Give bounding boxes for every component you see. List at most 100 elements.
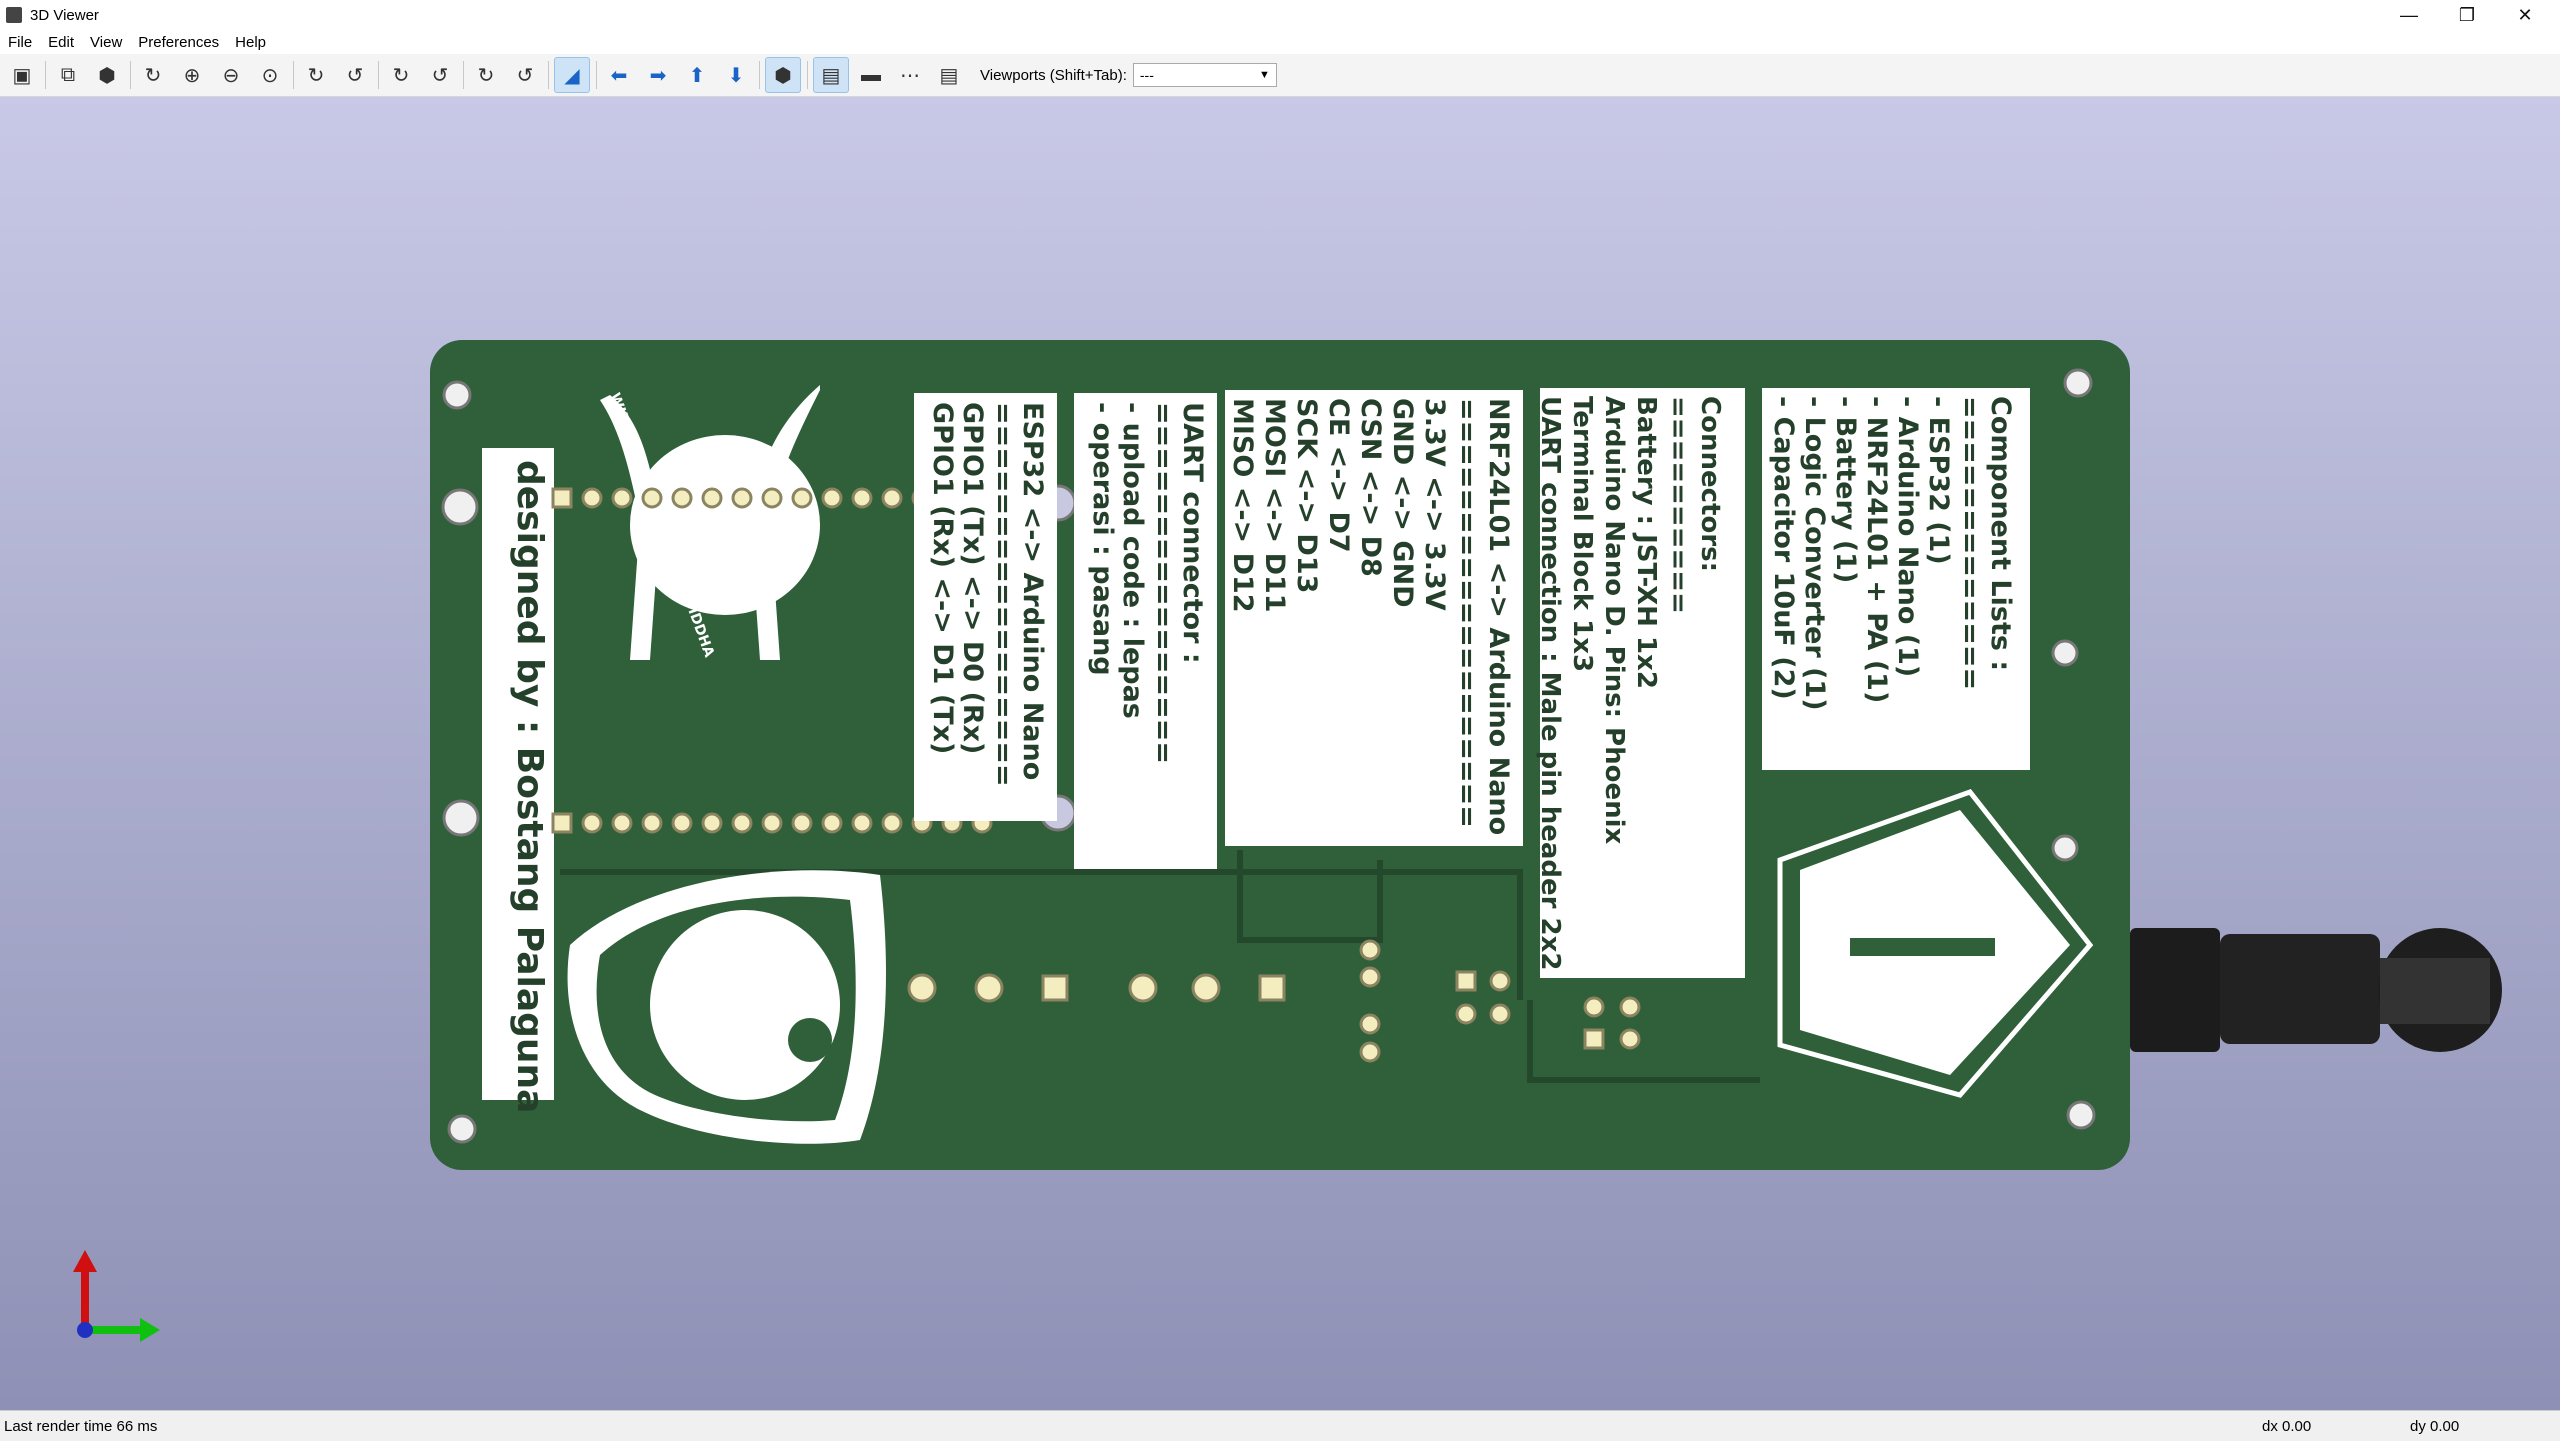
toolbar: ▣ ⧉ ⬢ ↻ ⊕ ⊖ ⊙ ↻ ↺ ↻ ↺ ↻ ↺ ◢ ⬅ ➡ ⬆ ⬇ ⬢ ▤ … [0,54,2560,97]
silkscreen-line: Arduino Nano D. Pins: Phoenix [1599,396,1629,845]
cube-icon[interactable]: ⬢ [90,58,124,92]
silkscreen-line: - Capacitor 10uF (2) [1768,396,1799,700]
header-pin [551,487,573,509]
silkscreen-line: 3.3V <-> 3.3V [1419,398,1450,611]
zoom-fit-icon[interactable]: ⊙ [253,58,287,92]
header-pin [671,812,693,834]
viewports-select[interactable]: --- ▼ [1132,63,1277,87]
silkscreen-line: MISO <-> D12 [1227,398,1258,613]
silkscreen-line: - operasi : pasang [1087,402,1118,676]
header-pin [761,487,783,509]
render-solid-icon[interactable]: ▤ [813,57,849,93]
menu-help[interactable]: Help [227,34,274,51]
silkscreen-line: - NRF24L01 + PA (1) [1861,396,1892,703]
pan-up-icon[interactable]: ⬆ [680,58,714,92]
silkscreen-line: ================ [1147,402,1178,764]
header-pin [731,487,753,509]
viewports-value: --- [1139,67,1154,83]
separator [378,61,379,89]
header-pin [671,487,693,509]
refresh-icon[interactable]: ↻ [136,58,170,92]
silkscreen-line: Terminal Block 1x3 [1567,396,1597,672]
menu-edit[interactable]: Edit [40,34,82,51]
silkscreen-line: =================== [1451,398,1482,828]
silkscreen-line: UART connection : Male pin header 2x2 [1535,396,1565,971]
dx-readout: dx 0.00 [2262,1417,2312,1435]
menu-preferences[interactable]: Preferences [130,34,227,51]
render-icon[interactable]: ▣ [5,58,39,92]
viewports-label: Viewports (Shift+Tab): [980,66,1127,84]
silkscreen-line: - Logic Converter (1) [1799,396,1830,711]
silkscreen-line: GND <-> GND [1387,398,1418,608]
render-bbox-icon[interactable]: ▤ [932,58,966,92]
silkscreen-line: ========== [1663,396,1693,614]
header-pin [611,487,633,509]
header-pin [611,812,633,834]
rotate-y-cw-icon[interactable]: ↻ [384,58,418,92]
flip-board-icon[interactable]: ◢ [554,57,590,93]
separator [293,61,294,89]
silkscreen-line: - ESP32 (1) [1923,396,1954,565]
zoom-out-icon[interactable]: ⊖ [214,58,248,92]
render-smd-icon[interactable]: ▬ [854,58,888,92]
separator [807,61,808,89]
silkscreen-line: CSN <-> D8 [1355,398,1386,577]
separator [548,61,549,89]
header-pin [821,812,843,834]
header-pin [881,487,903,509]
render-virtual-icon[interactable]: ⋯ [893,58,927,92]
axis-gizmo [73,1250,160,1342]
zoom-in-icon[interactable]: ⊕ [175,58,209,92]
header-pin [581,812,603,834]
silkscreen-line: ================= [987,402,1018,787]
header-pin [641,487,663,509]
separator [759,61,760,89]
app-icon [6,7,22,23]
header-pin [701,487,723,509]
close-icon[interactable]: ✕ [2496,0,2554,30]
silkscreen-line: Battery : JST-XH 1x2 [1631,396,1661,689]
silkscreen-line: Component Lists : [1985,396,2016,671]
esp-block: ESP32 <-> Arduino Nano=================G… [927,402,1048,787]
silkscreen-line: GPIO1 (Rx) <-> D1 (Tx) [927,402,958,754]
credit-text: designed by : Bostang Palaguna [509,460,550,1113]
3d-viewport[interactable]: designed by : Bostang Palaguna WIDYA CAS… [0,97,2560,1410]
header-pin [581,487,603,509]
pan-right-icon[interactable]: ➡ [641,58,675,92]
orthographic-icon[interactable]: ⬢ [765,57,801,93]
separator [130,61,131,89]
separator [463,61,464,89]
menu-bar: File Edit View Preferences Help [0,30,2560,54]
render-time: Last render time 66 ms [4,1417,158,1435]
dy-readout: dy 0.00 [2410,1417,2460,1435]
pan-down-icon[interactable]: ⬇ [719,58,753,92]
menu-view[interactable]: View [82,34,130,51]
silkscreen-line: ============= [1954,396,1985,690]
minimize-icon[interactable]: — [2380,0,2438,30]
silkscreen-line: CE <-> D7 [1323,398,1354,553]
silkscreen-line: MOSI <-> D11 [1259,398,1290,613]
menu-file[interactable]: File [0,34,40,51]
header-pin [851,487,873,509]
rotate-y-ccw-icon[interactable]: ↺ [423,58,457,92]
restore-icon[interactable]: ❐ [2438,0,2496,30]
rotate-z-ccw-icon[interactable]: ↺ [508,58,542,92]
header-pin [761,812,783,834]
rotate-z-cw-icon[interactable]: ↻ [469,58,503,92]
header-pin [641,812,663,834]
chevron-down-icon: ▼ [1258,69,1270,81]
silkscreen-line: SCK <-> D13 [1291,398,1322,593]
pan-left-icon[interactable]: ⬅ [602,58,636,92]
silkscreen-line: NRF24L01 <-> Arduino Nano [1483,398,1514,835]
silkscreen-line: - upload code : lepas [1117,402,1148,719]
rotate-x-cw-icon[interactable]: ↻ [299,58,333,92]
copy-icon[interactable]: ⧉ [51,58,85,92]
silkscreen-line: GPIO1 (Tx) <-> D0 (Rx) [957,402,988,754]
title-bar: 3D Viewer — ❐ ✕ [0,0,2560,30]
header-pin [851,812,873,834]
header-pin [821,487,843,509]
silkscreen-line: - Battery (1) [1830,396,1861,583]
rotate-x-ccw-icon[interactable]: ↺ [338,58,372,92]
status-bar: Last render time 66 ms dx 0.00 dy 0.00 [0,1410,2560,1441]
header-pin [731,812,753,834]
